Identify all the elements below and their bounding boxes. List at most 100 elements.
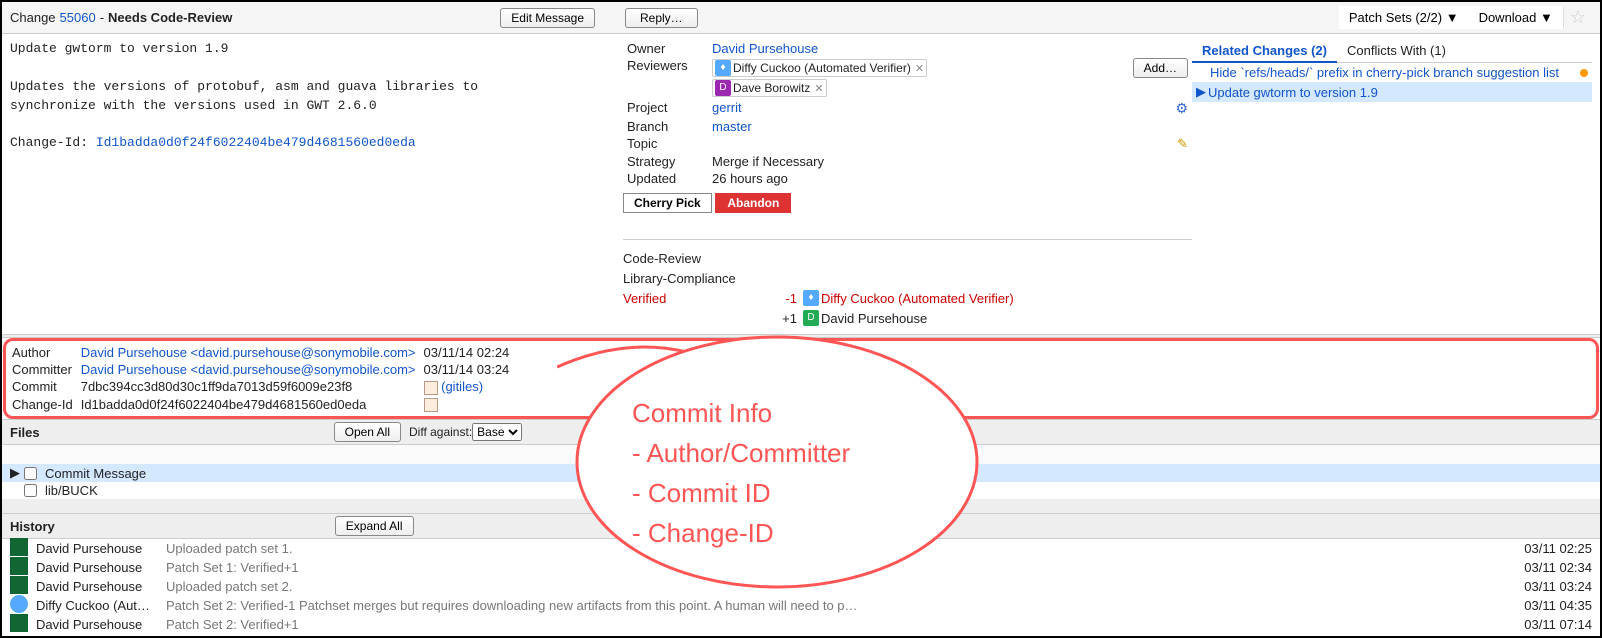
avatar-icon [10,614,28,632]
label-code-review: Code-Review [623,251,773,266]
score-neg: -1 [773,291,803,306]
diff-against-label: Diff against: [409,425,472,439]
avatar-icon [10,576,28,594]
branch-link[interactable]: master [712,119,752,134]
commit-sha: 7dbc394cc3d80d30c1ff9da7013d59f6009e23f8 [81,379,422,395]
edit-message-button[interactable]: Edit Message [500,8,595,28]
updated-key: Updated [623,170,708,187]
download-dropdown[interactable]: Download ▼ [1469,6,1563,29]
history-text: Patch Set 2: Verified+1 [166,617,1502,632]
abandon-button[interactable]: Abandon [715,193,791,213]
author-link[interactable]: David Pursehouse <david.pursehouse@sonym… [81,345,416,360]
project-key: Project [623,99,708,118]
verifier-name: Diffy Cuckoo (Automated Verifier) [821,291,1014,306]
avatar-icon [10,595,28,613]
gitiles-link[interactable]: (gitiles) [441,379,483,394]
avatar-icon: D [803,310,819,326]
tab-related-changes[interactable]: Related Changes (2) [1192,40,1337,63]
history-author: David Pursehouse [36,541,166,556]
history-text: Patch Set 2: Verified-1 Patchset merges … [166,598,1502,613]
cherry-pick-button[interactable]: Cherry Pick [623,193,712,213]
committer-key: Committer [12,362,79,377]
change-id-link[interactable]: Id1badda0d0f24f6022404be479d4681560ed0ed… [96,135,416,150]
file-row[interactable]: ▶ Commit Message [2,464,1600,482]
files-section-header: Files Open All Diff against: Base [2,419,1600,445]
reviewers-key: Reviewers [623,57,708,99]
change-number-link[interactable]: 55060 [60,10,96,25]
committer-link[interactable]: David Pursehouse <david.pursehouse@sonym… [81,362,416,377]
reviewer-chip[interactable]: ♦Diffy Cuckoo (Automated Verifier)✕ [712,59,927,77]
close-icon[interactable]: ✕ [915,62,924,75]
change-label: Change [10,10,56,25]
tab-conflicts-with[interactable]: Conflicts With (1) [1337,40,1456,62]
reviewer-chip[interactable]: DDave Borowitz✕ [712,79,827,97]
related-change-item[interactable]: Hide `refs/heads/` prefix in cherry-pick… [1192,63,1592,82]
strategy-key: Strategy [623,153,708,170]
expand-all-button[interactable]: Expand All [335,516,414,536]
reply-button[interactable]: Reply… [625,8,698,28]
history-row[interactable]: David PursehousePatch Set 2: Verified+10… [2,615,1600,634]
file-checkbox[interactable] [24,484,37,497]
history-text: Patch Set 1: Verified+1 [166,560,1502,575]
commit-key: Commit [12,379,79,395]
history-date: 03/11 02:25 [1502,541,1592,556]
edit-topic-icon[interactable]: ✎ [1177,136,1188,151]
label-library: Library-Compliance [623,271,773,286]
commit-message: Update gwtorm to version 1.9 Updates the… [10,40,607,153]
author-date: 03/11/14 02:24 [424,345,516,360]
history-row[interactable]: David PursehouseUploaded patch set 2.03/… [2,577,1600,596]
strategy-value: Merge if Necessary [708,153,1122,170]
history-row[interactable]: Diffy Cuckoo (Aut…Patch Set 2: Verified-… [2,596,1600,615]
history-text: Uploaded patch set 1. [166,541,1502,556]
history-author: Diffy Cuckoo (Aut… [36,598,166,613]
history-text: Uploaded patch set 2. [166,579,1502,594]
history-row[interactable]: David PursehouseUploaded patch set 1.03/… [2,539,1600,558]
status-dot-icon [1580,69,1588,77]
author-key: Author [12,345,79,360]
change-status: Needs Code-Review [108,10,232,25]
triangle-icon: ▶ [1196,84,1206,100]
copy-icon[interactable] [424,381,438,395]
add-reviewer-button[interactable]: Add… [1133,58,1188,78]
owner-link[interactable]: David Pursehouse [712,41,818,56]
file-checkbox[interactable] [24,467,37,480]
history-section-header: History Expand All [2,513,1600,539]
avatar-icon [10,538,28,556]
history-author: David Pursehouse [36,579,166,594]
close-icon[interactable]: ✕ [814,82,823,95]
related-change-item[interactable]: ▶Update gwtorm to version 1.9 [1192,82,1592,102]
avatar-icon: ♦ [715,60,731,76]
label-verified: Verified [623,291,773,306]
history-date: 03/11 07:14 [1502,617,1592,632]
avatar-icon: ♦ [803,290,819,306]
commit-info-box: Author David Pursehouse <david.pursehous… [3,338,1599,419]
updated-value: 26 hours ago [708,170,1122,187]
score-pos: +1 [773,311,803,326]
avatar-icon: D [715,80,731,96]
star-icon[interactable]: ☆ [1563,7,1592,28]
branch-key: Branch [623,118,708,135]
history-author: David Pursehouse [36,560,166,575]
history-date: 03/11 04:35 [1502,598,1592,613]
history-row[interactable]: David PursehousePatch Set 1: Verified+10… [2,558,1600,577]
history-date: 03/11 03:24 [1502,579,1592,594]
topbar: Change 55060 - Needs Code-Review Edit Me… [2,2,1600,34]
committer-date: 03/11/14 03:24 [424,362,516,377]
history-author: David Pursehouse [36,617,166,632]
file-path-header: File Path [2,445,1600,464]
owner-key: Owner [623,40,708,57]
changeid-value: Id1badda0d0f24f6022404be479d4681560ed0ed… [81,397,422,413]
verifier-name: David Pursehouse [821,311,927,326]
file-row[interactable]: lib/BUCK [2,482,1600,499]
triangle-icon[interactable]: ▶ [10,465,24,481]
project-link[interactable]: gerrit [712,100,742,115]
open-all-button[interactable]: Open All [334,422,401,442]
copy-icon[interactable] [424,398,438,412]
topic-key: Topic [623,135,708,153]
gear-icon[interactable]: ⚙ [1175,100,1188,116]
history-date: 03/11 02:34 [1502,560,1592,575]
avatar-icon [10,557,28,575]
changeid-key: Change-Id [12,397,79,413]
diff-against-select[interactable]: Base [472,423,522,441]
patch-sets-dropdown[interactable]: Patch Sets (2/2) ▼ [1339,6,1469,29]
